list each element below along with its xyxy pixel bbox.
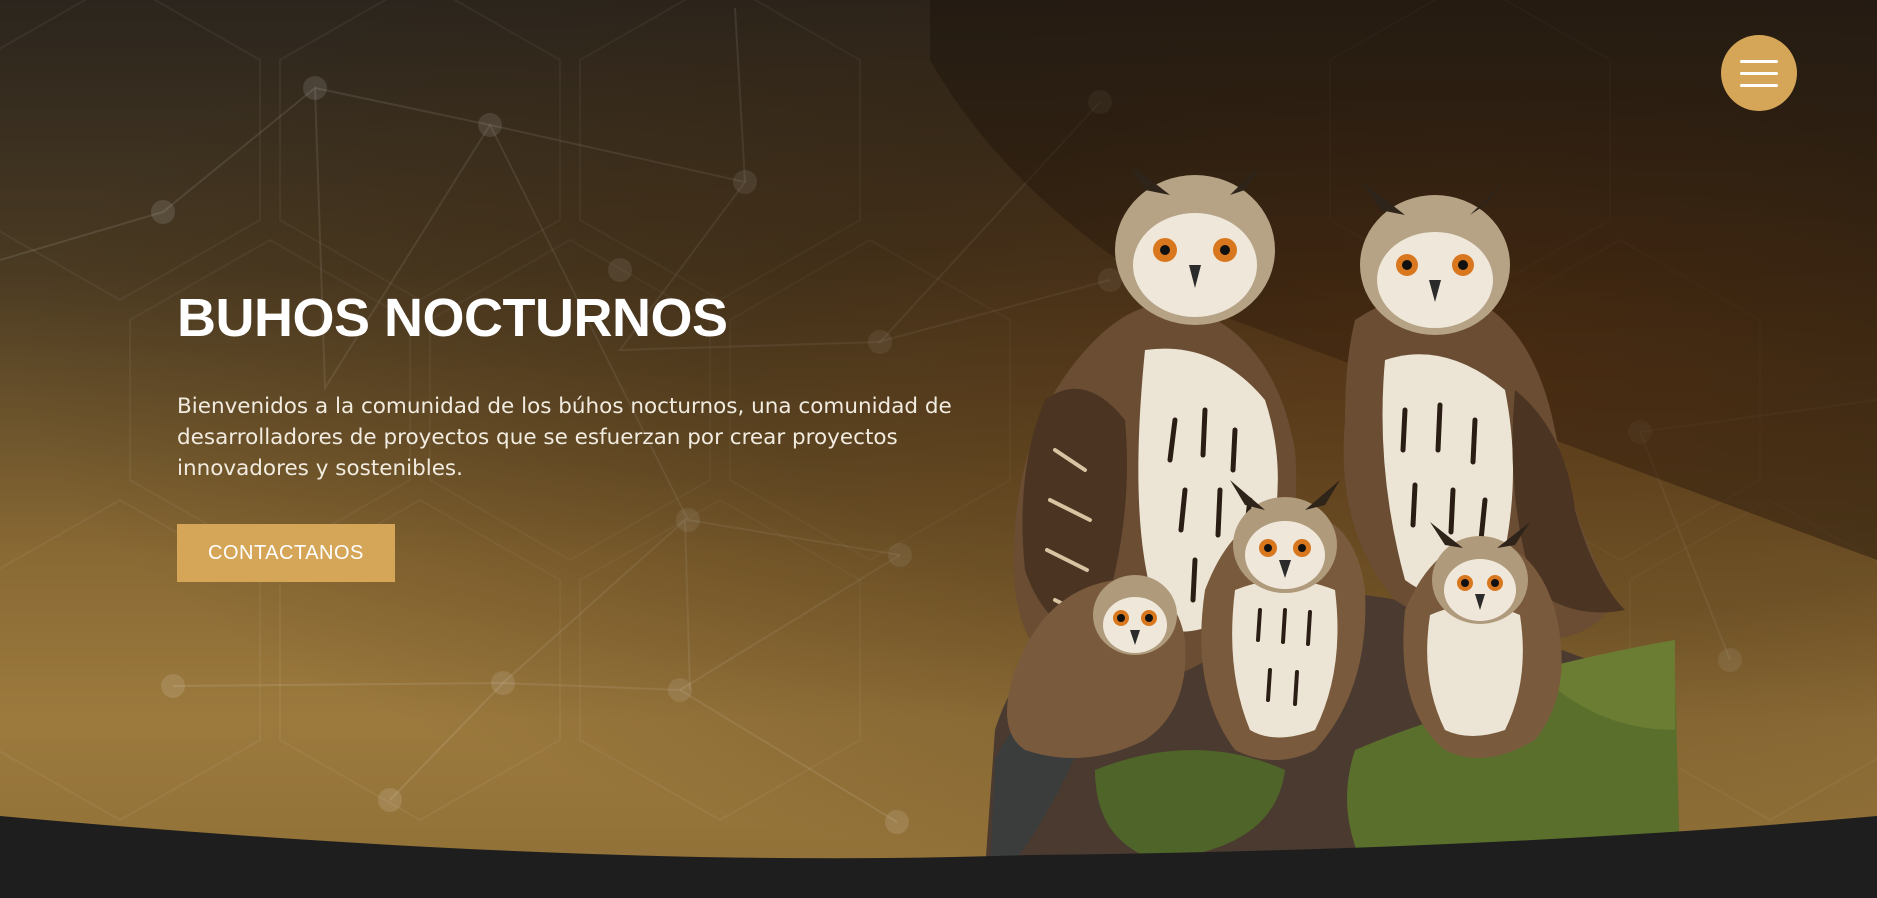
hero-section: BUHOS NOCTURNOS Bienvenidos a la comunid…	[0, 0, 1877, 898]
hamburger-menu-icon-bar	[1740, 71, 1778, 75]
hamburger-menu-button[interactable]	[1721, 35, 1797, 111]
hero-title: BUHOS NOCTURNOS	[177, 288, 728, 348]
hero-content: BUHOS NOCTURNOS Bienvenidos a la comunid…	[177, 285, 1017, 582]
contact-button[interactable]: CONTACTANOS	[177, 524, 395, 582]
bottom-wave-divider	[0, 816, 1877, 898]
hamburger-menu-icon-bar	[1740, 83, 1778, 87]
owl-group-image	[985, 170, 1680, 870]
hamburger-menu-icon	[1740, 59, 1778, 63]
hero-description: Bienvenidos a la comunidad de los búhos …	[177, 394, 952, 481]
